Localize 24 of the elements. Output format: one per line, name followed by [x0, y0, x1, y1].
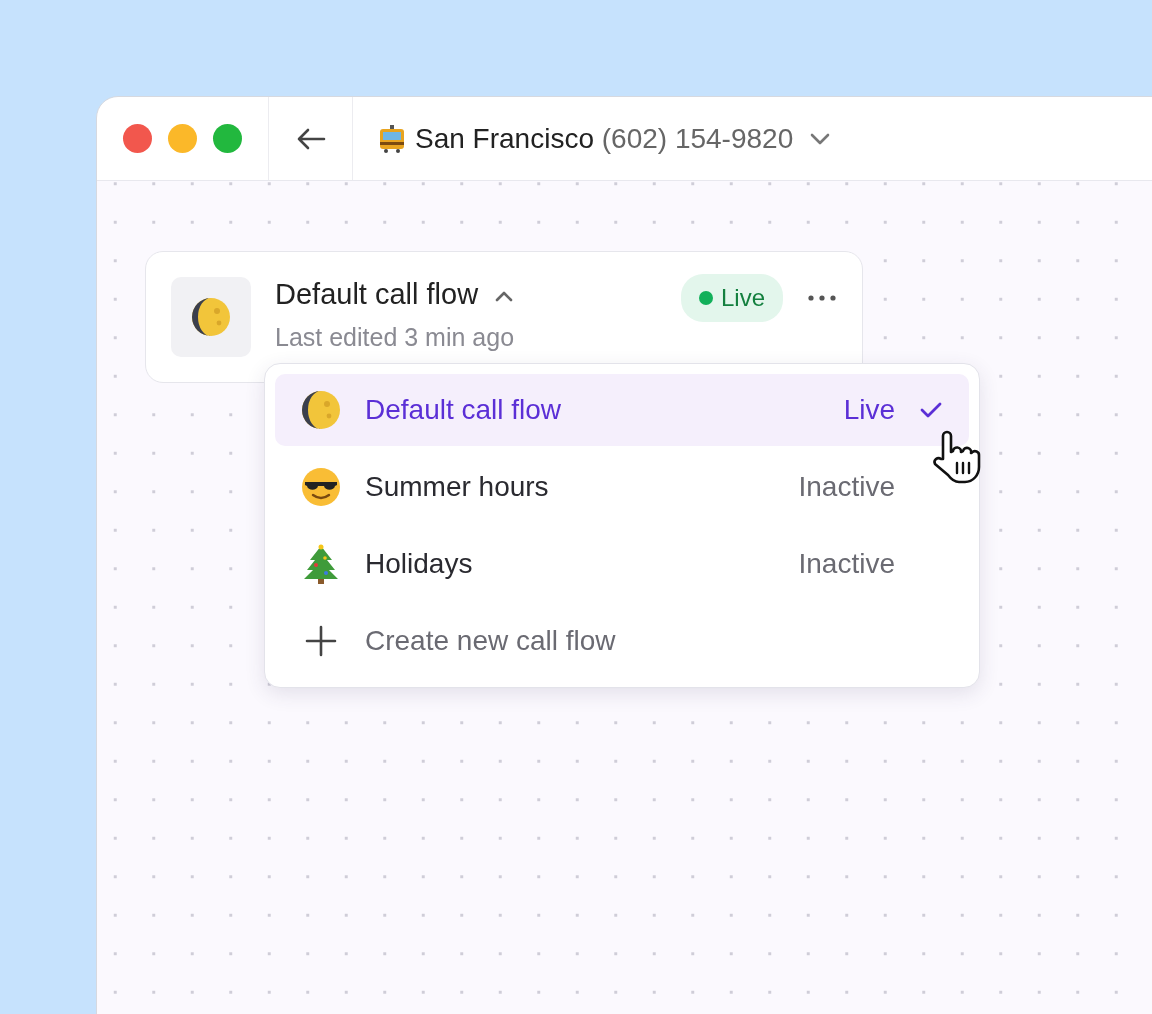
last-edited-text: Last edited 3 min ago	[275, 321, 516, 353]
moon-icon	[301, 390, 341, 430]
status-badge: Live	[680, 274, 783, 322]
menu-item[interactable]: Default call flow Live	[275, 374, 969, 446]
status-text: Inactive	[798, 547, 895, 581]
status-text: Live	[843, 393, 895, 427]
call-flow-name: Holidays	[365, 547, 474, 581]
call-flow-title: Default call flow	[275, 279, 479, 311]
maximize-button[interactable]	[213, 124, 242, 153]
moon-icon	[191, 297, 231, 337]
chevron-up-icon[interactable]	[494, 289, 515, 302]
back-arrow-icon[interactable]	[295, 127, 326, 150]
close-button[interactable]	[123, 124, 152, 153]
more-options-icon[interactable]	[807, 294, 837, 302]
status-text: Inactive	[798, 470, 895, 504]
call-flow-name: Default call flow	[365, 393, 563, 427]
create-call-flow-item[interactable]: Create new call flow	[275, 605, 969, 677]
menu-item[interactable]: Holidays Inactive	[275, 528, 969, 600]
checkmark-icon	[919, 401, 943, 419]
tram-icon	[377, 123, 407, 154]
chevron-down-icon[interactable]	[809, 131, 832, 146]
sunglasses-face-icon	[301, 467, 341, 507]
call-flow-name: Summer hours	[365, 470, 550, 504]
phone-line-title[interactable]: San Francisco (602) 154-9820	[415, 117, 794, 160]
